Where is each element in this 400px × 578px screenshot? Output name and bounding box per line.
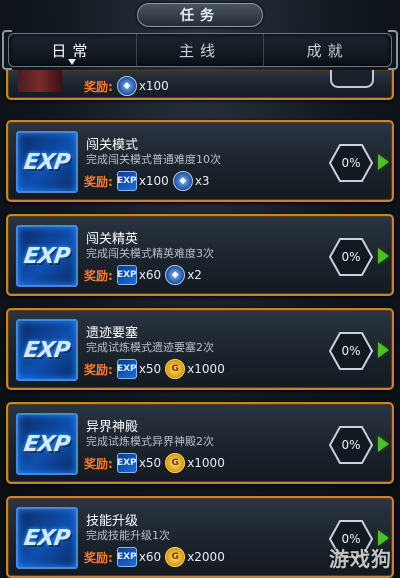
progress-value: 0% [341, 156, 361, 170]
exp-icon: EXP [116, 453, 137, 473]
reward-qty: x1000 [187, 456, 225, 470]
progress-badge [330, 70, 374, 88]
gold-coin-icon: G [165, 547, 186, 567]
exp-icon: EXP [116, 547, 137, 567]
task-desc: 完成技能升级1次 [86, 529, 170, 542]
exp-icon: EXP [16, 131, 78, 193]
reward-row: 奖励: EXP x60 G x2000 [84, 546, 229, 568]
task-list[interactable]: 奖励: ◆ x100 EXP 闯关模式 完成闯关模式普通难度10次 奖励: EX… [0, 70, 400, 578]
reward-qty: x2 [187, 268, 202, 282]
reward-item: G x1000 [165, 453, 225, 473]
exp-icon: EXP [116, 265, 137, 285]
task-thumbnail-icon [18, 70, 62, 92]
tab-daily[interactable]: 日常 [9, 34, 136, 66]
reward-item: EXP x60 [116, 547, 162, 567]
crystal-icon: ◆ [172, 171, 193, 191]
go-arrow-icon[interactable] [378, 154, 389, 170]
reward-qty: x1000 [187, 362, 225, 376]
reward-label: 奖励: [84, 79, 113, 94]
reward-row: 奖励: EXP x50 G x1000 [84, 452, 229, 474]
task-card[interactable]: EXP 异界神殿 完成试炼模式异界神殿2次 奖励: EXP x50 G x100… [6, 402, 394, 484]
task-desc: 完成闯关模式精英难度3次 [86, 247, 214, 260]
reward-item: ◆ x2 [165, 265, 202, 285]
reward-label: 奖励: [84, 456, 113, 471]
watermark-logo: 游戏狗 [329, 547, 392, 571]
reward-row: 奖励: ◆ x100 [84, 76, 173, 96]
exp-icon: EXP [16, 225, 78, 287]
reward-item: G x2000 [165, 547, 225, 567]
reward-label: 奖励: [84, 174, 113, 189]
exp-icon: EXP [16, 507, 78, 569]
reward-qty: x3 [194, 174, 210, 188]
crystal-icon: ◆ [116, 76, 137, 96]
exp-icon: EXP [16, 413, 78, 475]
reward-row: 奖励: EXP x50 G x1000 [84, 358, 229, 380]
tab-bar: 日常 主线 成就 [8, 33, 392, 67]
reward-row: 奖励: EXP x100 ◆ x3 [84, 170, 214, 192]
gold-coin-icon: G [165, 359, 186, 379]
reward-qty: x50 [138, 362, 162, 376]
go-arrow-icon[interactable] [378, 436, 389, 452]
tab-label: 成就 [306, 41, 349, 60]
progress-badge: 0% [328, 237, 374, 277]
reward-item: EXP x50 [116, 453, 162, 473]
exp-icon: EXP [116, 359, 137, 379]
active-tab-indicator-icon [68, 59, 77, 65]
progress-value: 0% [341, 438, 361, 452]
reward-qty: x60 [138, 268, 162, 282]
reward-item: EXP x60 [116, 265, 162, 285]
reward-qty: x60 [138, 550, 162, 564]
reward-qty: x100 [138, 174, 169, 188]
crystal-icon: ◆ [165, 265, 186, 285]
reward-item: ◆ x3 [172, 171, 210, 191]
tab-main[interactable]: 主线 [135, 34, 264, 66]
title-bar: 任务 [0, 0, 400, 30]
progress-badge: 0% [328, 425, 374, 465]
task-desc: 完成闯关模式普通难度10次 [86, 153, 221, 166]
reward-item: ◆ x100 [116, 76, 169, 96]
progress-value: 0% [341, 250, 361, 264]
reward-row: 奖励: EXP x60 ◆ x2 [84, 264, 206, 286]
reward-label: 奖励: [84, 550, 113, 565]
tab-achievement[interactable]: 成就 [263, 34, 391, 66]
reward-qty: x2000 [187, 550, 225, 564]
exp-icon: EXP [16, 319, 78, 381]
tab-label: 日常 [51, 41, 94, 60]
go-arrow-icon[interactable] [378, 248, 389, 264]
progress-value: 0% [341, 344, 361, 358]
reward-item: G x1000 [165, 359, 225, 379]
task-card[interactable]: EXP 闯关精英 完成闯关模式精英难度3次 奖励: EXP x60 ◆ x2 0… [6, 214, 394, 296]
task-card[interactable]: EXP 遗迹要塞 完成试炼模式遗迹要塞2次 奖励: EXP x50 G x100… [6, 308, 394, 390]
reward-label: 奖励: [84, 362, 113, 377]
progress-badge: 0% [328, 331, 374, 371]
exp-icon: EXP [116, 171, 137, 191]
go-arrow-icon[interactable] [378, 342, 389, 358]
page-title: 任务 [137, 3, 263, 27]
reward-item: EXP x100 [116, 171, 169, 191]
reward-item: EXP x50 [116, 359, 162, 379]
task-card[interactable]: EXP 闯关模式 完成闯关模式普通难度10次 奖励: EXP x100 ◆ x3… [6, 120, 394, 202]
tab-label: 主线 [179, 41, 222, 60]
gold-coin-icon: G [165, 453, 186, 473]
reward-label: 奖励: [84, 268, 113, 283]
reward-qty: x50 [138, 456, 162, 470]
progress-badge: 0% [328, 143, 374, 183]
task-desc: 完成试炼模式遗迹要塞2次 [86, 341, 214, 354]
task-desc: 完成试炼模式异界神殿2次 [86, 435, 214, 448]
reward-qty: x100 [138, 79, 169, 93]
task-card-partial[interactable]: 奖励: ◆ x100 [6, 70, 394, 100]
